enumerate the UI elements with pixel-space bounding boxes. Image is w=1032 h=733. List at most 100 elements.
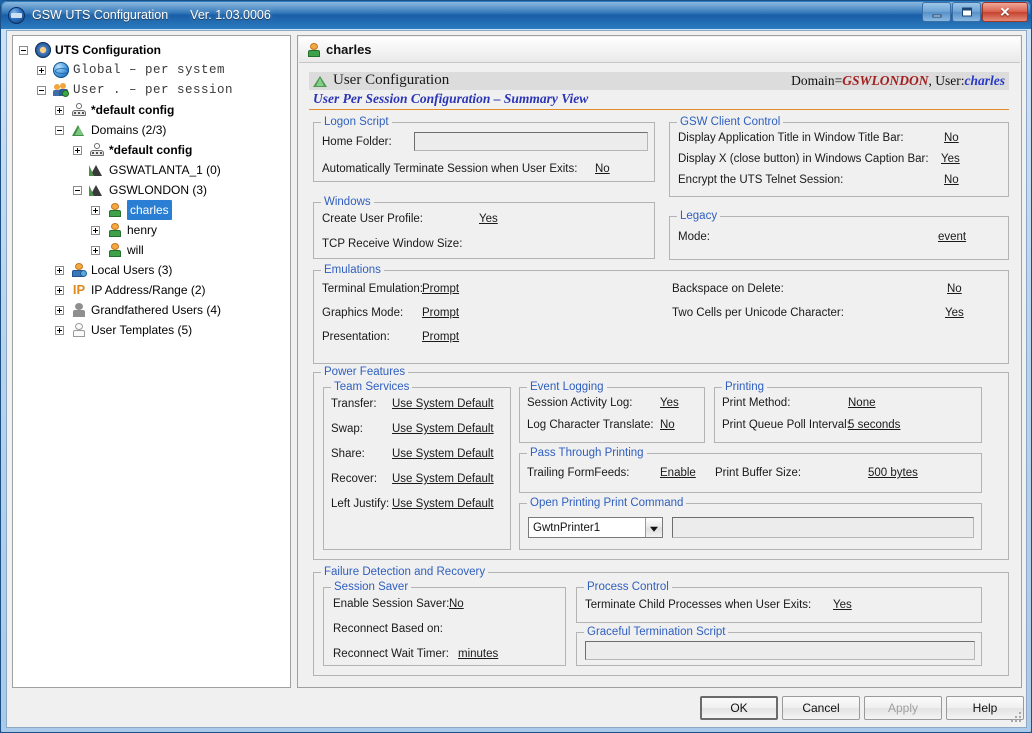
domain-value: GSWLONDON [842, 73, 929, 88]
graceful-termination-input[interactable] [585, 641, 975, 660]
tree-node-gswlondon-3[interactable]: GSWLONDON (3) [13, 180, 290, 200]
terminate-child-label: Terminate Child Processes when User Exit… [585, 599, 812, 611]
close-button[interactable]: ✕ [982, 2, 1028, 22]
tree-node-user-per-session[interactable]: User . – per session [13, 80, 290, 100]
legacy-mode-value[interactable]: event [938, 231, 966, 243]
graphics-mode-value[interactable]: Prompt [422, 307, 459, 319]
tree-node-label: *default config [109, 143, 193, 157]
create-user-profile-value[interactable]: Yes [479, 213, 498, 225]
reconnect-wait-timer-label: Reconnect Wait Timer: [333, 648, 449, 660]
legacy-mode-label: Mode: [678, 231, 710, 243]
session-saver-group: Session Saver Enable Session Saver: No R… [323, 581, 566, 666]
printer-select[interactable]: GwtnPrinter1 [528, 517, 663, 538]
tree-node-label: *default config [91, 103, 175, 117]
expand-icon[interactable] [37, 65, 46, 75]
encrypt-telnet-value[interactable]: No [944, 174, 959, 186]
expand-icon[interactable] [55, 285, 64, 295]
terminate-child-value[interactable]: Yes [833, 599, 852, 611]
tree-node-default-config[interactable]: *default config [13, 140, 290, 160]
display-close-button-label: Display X (close button) in Windows Capt… [678, 153, 929, 165]
chevron-down-icon[interactable] [645, 518, 662, 537]
minimize-icon [932, 14, 941, 18]
tree-node-grandfathered-users-4[interactable]: Grandfathered Users (4) [13, 300, 290, 320]
failure-detection-legend: Failure Detection and Recovery [321, 566, 489, 578]
transfer-value[interactable]: Use System Default [392, 398, 494, 410]
tree-node-local-users-3[interactable]: Local Users (3) [13, 260, 290, 280]
presentation-label: Presentation: [322, 331, 390, 343]
two-cells-unicode-value[interactable]: Yes [945, 307, 964, 319]
logon-script-group: Logon Script Home Folder: Automatically … [313, 116, 655, 182]
display-close-button-value[interactable]: Yes [941, 153, 960, 165]
trailing-formfeeds-value[interactable]: Enable [660, 467, 696, 479]
ok-button[interactable]: OK [700, 696, 778, 720]
swap-label: Swap: [331, 423, 363, 435]
tree-node-domains-2-3[interactable]: Domains (2/3) [13, 120, 290, 140]
expand-icon[interactable] [91, 245, 100, 255]
collapse-icon[interactable] [37, 85, 46, 95]
left-justify-value[interactable]: Use System Default [392, 498, 494, 510]
tree-node-global-per-system[interactable]: Global – per system [13, 60, 290, 80]
green-triangle-icon [71, 122, 87, 138]
tree-node-henry[interactable]: henry [13, 220, 290, 240]
recover-value[interactable]: Use System Default [392, 473, 494, 485]
expand-icon[interactable] [73, 145, 82, 155]
tree-node-label: charles [127, 200, 172, 220]
tree-node-default-config[interactable]: *default config [13, 100, 290, 120]
cancel-button[interactable]: Cancel [782, 696, 860, 720]
pass-through-printing-group: Pass Through Printing Trailing FormFeeds… [519, 447, 982, 493]
tree-node-label: will [127, 243, 144, 257]
user-icon [107, 222, 123, 238]
tree-node-ip-address-range-2[interactable]: IP IP Address/Range (2) [13, 280, 290, 300]
tree-node-gswatlanta-1-0[interactable]: GSWATLANTA_1 (0) [13, 160, 290, 180]
tree-node-will[interactable]: will [13, 240, 290, 260]
enable-session-saver-value[interactable]: No [449, 598, 464, 610]
tree-node-charles[interactable]: charles [13, 200, 290, 220]
gsw-client-control-group: GSW Client Control Display Application T… [669, 116, 1009, 197]
collapse-icon[interactable] [55, 125, 64, 135]
window-title: GSW UTS Configuration [32, 8, 169, 22]
section-title-bar: User Configuration Domain=GSWLONDON, Use… [309, 72, 1009, 90]
home-folder-input[interactable] [414, 132, 648, 151]
print-command-input[interactable] [672, 517, 974, 538]
expand-icon[interactable] [55, 105, 64, 115]
trailing-formfeeds-label: Trailing FormFeeds: [527, 467, 630, 479]
tree-node-user-templates-5[interactable]: User Templates (5) [13, 320, 290, 340]
minimize-button[interactable] [922, 2, 951, 22]
auto-terminate-value[interactable]: No [595, 163, 610, 175]
print-method-value[interactable]: None [848, 397, 876, 409]
window-version: Ver. 1.03.0006 [190, 8, 271, 22]
tree-node-label: Global – per system [73, 63, 226, 77]
terminal-emulation-value[interactable]: Prompt [422, 283, 459, 295]
legacy-legend: Legacy [677, 210, 721, 222]
display-app-title-value[interactable]: No [944, 132, 959, 144]
configuration-tree[interactable]: UTS Configuration Global – per system User… [12, 35, 291, 688]
collapse-icon[interactable] [19, 45, 28, 55]
expand-icon[interactable] [55, 265, 64, 275]
expand-icon[interactable] [91, 225, 100, 235]
expand-icon[interactable] [55, 305, 64, 315]
expand-icon[interactable] [55, 325, 64, 335]
share-value[interactable]: Use System Default [392, 448, 494, 460]
maximize-button[interactable] [952, 2, 981, 22]
print-queue-poll-value[interactable]: 5 seconds [848, 419, 900, 431]
tree-node-uts-configuration[interactable]: UTS Configuration [13, 40, 290, 60]
reconnect-wait-timer-value[interactable]: minutes [458, 648, 498, 660]
terminal-emulation-label: Terminal Emulation: [322, 283, 423, 295]
details-panel-header: charles [299, 37, 1020, 63]
swap-value[interactable]: Use System Default [392, 423, 494, 435]
left-justify-label: Left Justify: [331, 498, 390, 510]
session-activity-log-value[interactable]: Yes [660, 397, 679, 409]
presentation-value[interactable]: Prompt [422, 331, 459, 343]
collapse-icon[interactable] [73, 185, 82, 195]
graphics-mode-label: Graphics Mode: [322, 307, 404, 319]
recover-label: Recover: [331, 473, 378, 485]
resize-grip[interactable] [1011, 712, 1023, 724]
emulations-legend: Emulations [321, 264, 384, 276]
backspace-on-delete-value[interactable]: No [947, 283, 962, 295]
expand-icon[interactable] [91, 205, 100, 215]
tree-node-label: Grandfathered Users (4) [91, 303, 222, 317]
log-char-translate-value[interactable]: No [660, 419, 675, 431]
share-label: Share: [331, 448, 365, 460]
tree-node-label: GSWLONDON (3) [109, 183, 208, 197]
print-buffer-size-value[interactable]: 500 bytes [868, 467, 918, 479]
